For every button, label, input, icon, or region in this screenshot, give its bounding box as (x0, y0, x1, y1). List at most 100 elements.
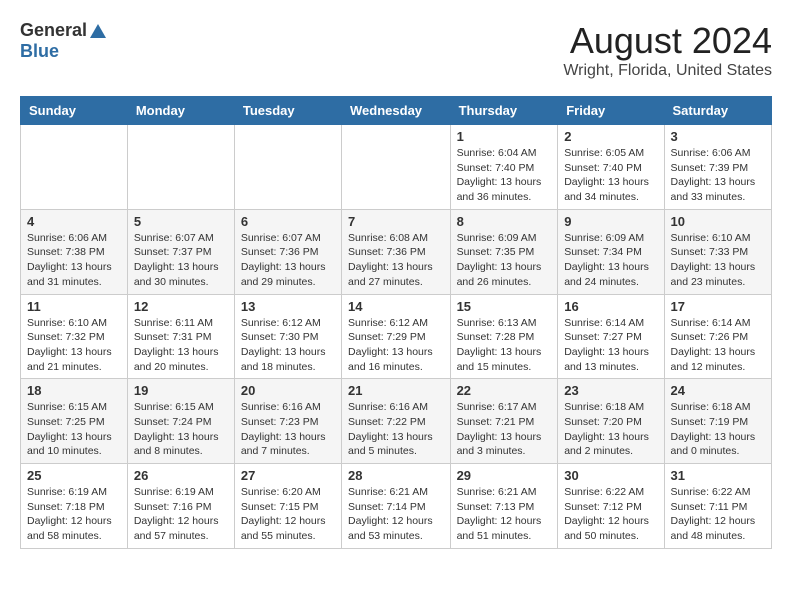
day-cell: 1Sunrise: 6:04 AM Sunset: 7:40 PM Daylig… (450, 125, 558, 210)
day-info: Sunrise: 6:07 AM Sunset: 7:36 PM Dayligh… (241, 231, 335, 290)
day-number: 16 (564, 299, 657, 314)
page-header: General Blue August 2024 Wright, Florida… (20, 20, 772, 80)
day-number: 17 (671, 299, 765, 314)
day-cell: 26 Sunrise: 6:19 AM Sunset: 7:16 PM Dayli… (127, 464, 234, 549)
day-info: Sunrise: 6:22 AM Sunset: 7:12 PM Dayligh… (564, 485, 657, 544)
day-cell: 24Sunrise: 6:18 AM Sunset: 7:19 PM Dayli… (664, 379, 771, 464)
day-number: 21 (348, 383, 444, 398)
day-cell: 2 Sunrise: 6:05 AM Sunset: 7:40 PM Daylig… (558, 125, 664, 210)
day-number: 18 (27, 383, 121, 398)
day-info: Sunrise: 6:05 AM Sunset: 7:40 PM Dayligh… (564, 146, 657, 205)
day-cell: 10Sunrise: 6:10 AM Sunset: 7:33 PM Dayli… (664, 209, 771, 294)
day-info: Sunrise: 6:17 AM Sunset: 7:21 PM Dayligh… (457, 400, 552, 459)
day-number: 31 (671, 468, 765, 483)
day-cell: 5 Sunrise: 6:07 AM Sunset: 7:37 PM Daylig… (127, 209, 234, 294)
day-number: 9 (564, 214, 657, 229)
day-number: 12 (134, 299, 228, 314)
day-cell: 21Sunrise: 6:16 AM Sunset: 7:22 PM Dayli… (342, 379, 451, 464)
day-cell: 9 Sunrise: 6:09 AM Sunset: 7:34 PM Daylig… (558, 209, 664, 294)
weekday-header-saturday: Saturday (664, 97, 771, 125)
day-cell: 22 Sunrise: 6:17 AM Sunset: 7:21 PM Dayli… (450, 379, 558, 464)
day-info: Sunrise: 6:07 AM Sunset: 7:37 PM Dayligh… (134, 231, 228, 290)
calendar-table: SundayMondayTuesdayWednesdayThursdayFrid… (20, 96, 772, 549)
weekday-header-friday: Friday (558, 97, 664, 125)
day-cell: 27 Sunrise: 6:20 AM Sunset: 7:15 PM Dayli… (234, 464, 341, 549)
logo-icon (89, 22, 107, 40)
day-cell: 30 Sunrise: 6:22 AM Sunset: 7:12 PM Dayli… (558, 464, 664, 549)
day-number: 15 (457, 299, 552, 314)
weekday-header-tuesday: Tuesday (234, 97, 341, 125)
day-info: Sunrise: 6:21 AM Sunset: 7:14 PM Dayligh… (348, 485, 444, 544)
day-info: Sunrise: 6:09 AM Sunset: 7:35 PM Dayligh… (457, 231, 552, 290)
day-cell: 3 Sunrise: 6:06 AM Sunset: 7:39 PM Daylig… (664, 125, 771, 210)
title-block: August 2024 Wright, Florida, United Stat… (563, 20, 772, 80)
day-number: 4 (27, 214, 121, 229)
calendar-header-row: SundayMondayTuesdayWednesdayThursdayFrid… (21, 97, 772, 125)
day-number: 20 (241, 383, 335, 398)
day-cell: 28Sunrise: 6:21 AM Sunset: 7:14 PM Dayli… (342, 464, 451, 549)
week-row-5: 25Sunrise: 6:19 AM Sunset: 7:18 PM Dayli… (21, 464, 772, 549)
day-number: 13 (241, 299, 335, 314)
day-cell: 31 Sunrise: 6:22 AM Sunset: 7:11 PM Dayli… (664, 464, 771, 549)
day-cell (21, 125, 128, 210)
week-row-2: 4 Sunrise: 6:06 AM Sunset: 7:38 PM Daylig… (21, 209, 772, 294)
day-number: 27 (241, 468, 335, 483)
day-cell: 18 Sunrise: 6:15 AM Sunset: 7:25 PM Dayli… (21, 379, 128, 464)
week-row-1: 1Sunrise: 6:04 AM Sunset: 7:40 PM Daylig… (21, 125, 772, 210)
day-info: Sunrise: 6:06 AM Sunset: 7:38 PM Dayligh… (27, 231, 121, 290)
day-cell (342, 125, 451, 210)
weekday-header-sunday: Sunday (21, 97, 128, 125)
day-cell: 15 Sunrise: 6:13 AM Sunset: 7:28 PM Dayli… (450, 294, 558, 379)
day-number: 5 (134, 214, 228, 229)
day-number: 29 (457, 468, 552, 483)
day-number: 10 (671, 214, 765, 229)
week-row-3: 11Sunrise: 6:10 AM Sunset: 7:32 PM Dayli… (21, 294, 772, 379)
day-number: 26 (134, 468, 228, 483)
day-number: 24 (671, 383, 765, 398)
weekday-header-thursday: Thursday (450, 97, 558, 125)
logo-general-text: General (20, 20, 87, 41)
day-info: Sunrise: 6:12 AM Sunset: 7:29 PM Dayligh… (348, 316, 444, 375)
day-info: Sunrise: 6:14 AM Sunset: 7:27 PM Dayligh… (564, 316, 657, 375)
weekday-header-monday: Monday (127, 97, 234, 125)
day-info: Sunrise: 6:06 AM Sunset: 7:39 PM Dayligh… (671, 146, 765, 205)
day-number: 2 (564, 129, 657, 144)
day-number: 3 (671, 129, 765, 144)
day-info: Sunrise: 6:19 AM Sunset: 7:16 PM Dayligh… (134, 485, 228, 544)
day-info: Sunrise: 6:20 AM Sunset: 7:15 PM Dayligh… (241, 485, 335, 544)
day-cell: 17Sunrise: 6:14 AM Sunset: 7:26 PM Dayli… (664, 294, 771, 379)
day-cell: 8 Sunrise: 6:09 AM Sunset: 7:35 PM Daylig… (450, 209, 558, 294)
day-number: 23 (564, 383, 657, 398)
day-info: Sunrise: 6:16 AM Sunset: 7:23 PM Dayligh… (241, 400, 335, 459)
day-number: 8 (457, 214, 552, 229)
logo: General Blue (20, 20, 107, 62)
day-info: Sunrise: 6:21 AM Sunset: 7:13 PM Dayligh… (457, 485, 552, 544)
day-info: Sunrise: 6:13 AM Sunset: 7:28 PM Dayligh… (457, 316, 552, 375)
page-subtitle: Wright, Florida, United States (563, 62, 772, 80)
day-cell: 7Sunrise: 6:08 AM Sunset: 7:36 PM Daylig… (342, 209, 451, 294)
day-cell: 12Sunrise: 6:11 AM Sunset: 7:31 PM Dayli… (127, 294, 234, 379)
day-info: Sunrise: 6:10 AM Sunset: 7:32 PM Dayligh… (27, 316, 121, 375)
day-cell: 23 Sunrise: 6:18 AM Sunset: 7:20 PM Dayli… (558, 379, 664, 464)
day-info: Sunrise: 6:19 AM Sunset: 7:18 PM Dayligh… (27, 485, 121, 544)
week-row-4: 18 Sunrise: 6:15 AM Sunset: 7:25 PM Dayli… (21, 379, 772, 464)
day-cell: 25Sunrise: 6:19 AM Sunset: 7:18 PM Dayli… (21, 464, 128, 549)
day-info: Sunrise: 6:08 AM Sunset: 7:36 PM Dayligh… (348, 231, 444, 290)
day-info: Sunrise: 6:15 AM Sunset: 7:25 PM Dayligh… (27, 400, 121, 459)
day-cell: 20 Sunrise: 6:16 AM Sunset: 7:23 PM Dayli… (234, 379, 341, 464)
day-cell: 6Sunrise: 6:07 AM Sunset: 7:36 PM Daylig… (234, 209, 341, 294)
day-cell: 19Sunrise: 6:15 AM Sunset: 7:24 PM Dayli… (127, 379, 234, 464)
day-number: 22 (457, 383, 552, 398)
day-cell: 16 Sunrise: 6:14 AM Sunset: 7:27 PM Dayli… (558, 294, 664, 379)
day-info: Sunrise: 6:22 AM Sunset: 7:11 PM Dayligh… (671, 485, 765, 544)
logo-blue-text: Blue (20, 41, 59, 61)
weekday-header-wednesday: Wednesday (342, 97, 451, 125)
day-cell (234, 125, 341, 210)
day-cell: 13 Sunrise: 6:12 AM Sunset: 7:30 PM Dayli… (234, 294, 341, 379)
day-info: Sunrise: 6:09 AM Sunset: 7:34 PM Dayligh… (564, 231, 657, 290)
day-number: 30 (564, 468, 657, 483)
day-info: Sunrise: 6:15 AM Sunset: 7:24 PM Dayligh… (134, 400, 228, 459)
day-info: Sunrise: 6:18 AM Sunset: 7:20 PM Dayligh… (564, 400, 657, 459)
day-info: Sunrise: 6:04 AM Sunset: 7:40 PM Dayligh… (457, 146, 552, 205)
day-info: Sunrise: 6:12 AM Sunset: 7:30 PM Dayligh… (241, 316, 335, 375)
